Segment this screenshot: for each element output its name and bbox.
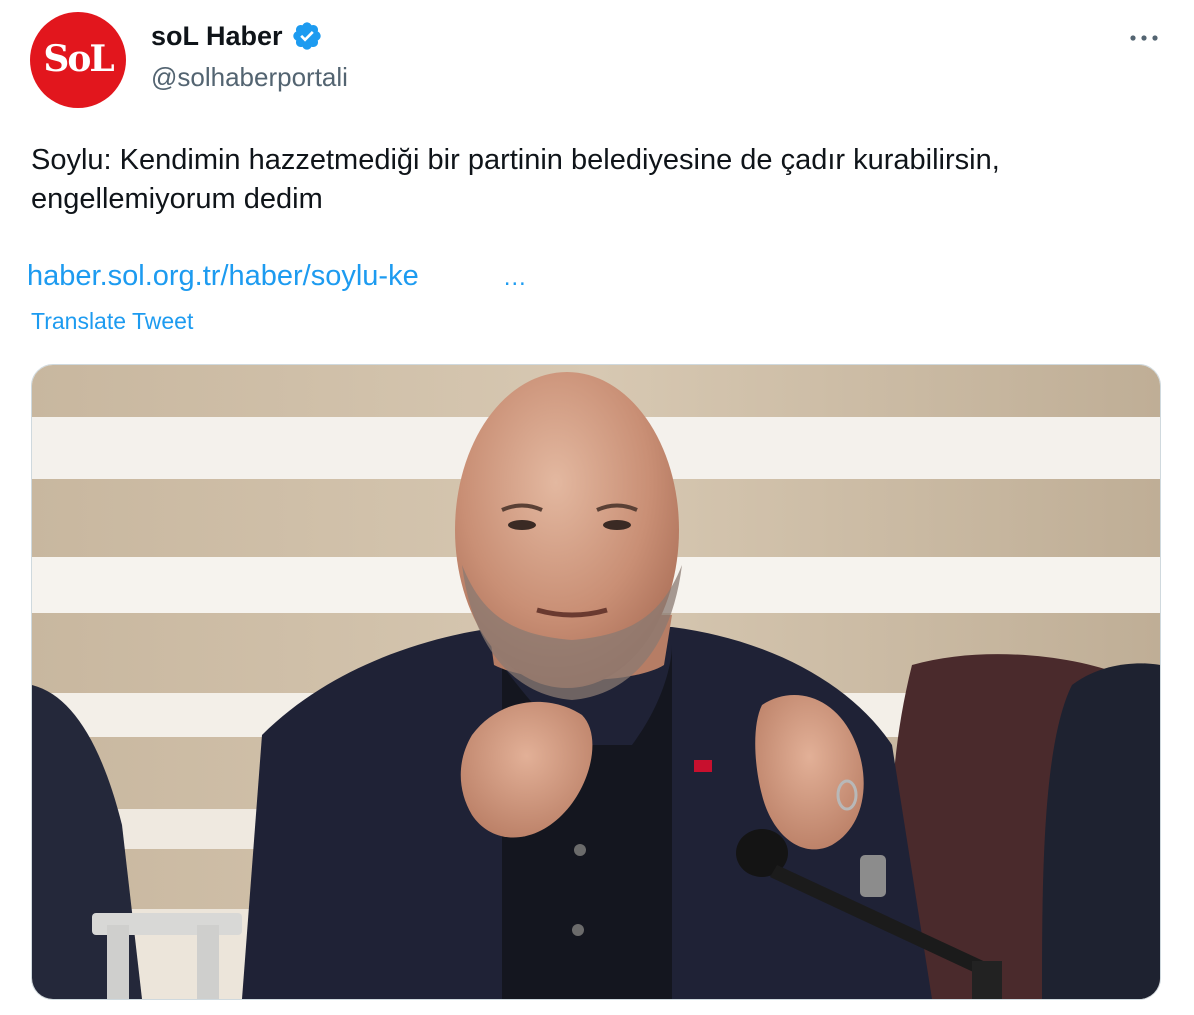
tweet-link[interactable]: haber.sol.org.tr/haber/soylu-ke … [27,260,527,293]
avatar-logo-text: SoL [43,38,114,80]
tweet-link-url: haber.sol.org.tr/haber/soylu-ke [27,260,419,292]
more-options-button[interactable] [1124,20,1164,56]
author-name-row: soL Haber [151,20,323,52]
verified-badge-icon [291,20,323,52]
author-avatar[interactable]: SoL [30,12,126,108]
more-horizontal-icon [1130,35,1158,41]
tweet-media-photo[interactable] [31,364,1161,1000]
translate-tweet-link[interactable]: Translate Tweet [31,308,193,335]
author-display-name[interactable]: soL Haber [151,21,283,52]
tweet-text: Soylu: Kendimin hazzetmediği bir partini… [31,144,1000,215]
tweet-link-ellipsis: … [502,264,527,291]
photo-speaker-at-microphone [32,365,1160,999]
author-handle[interactable]: @solhaberportali [151,62,348,93]
